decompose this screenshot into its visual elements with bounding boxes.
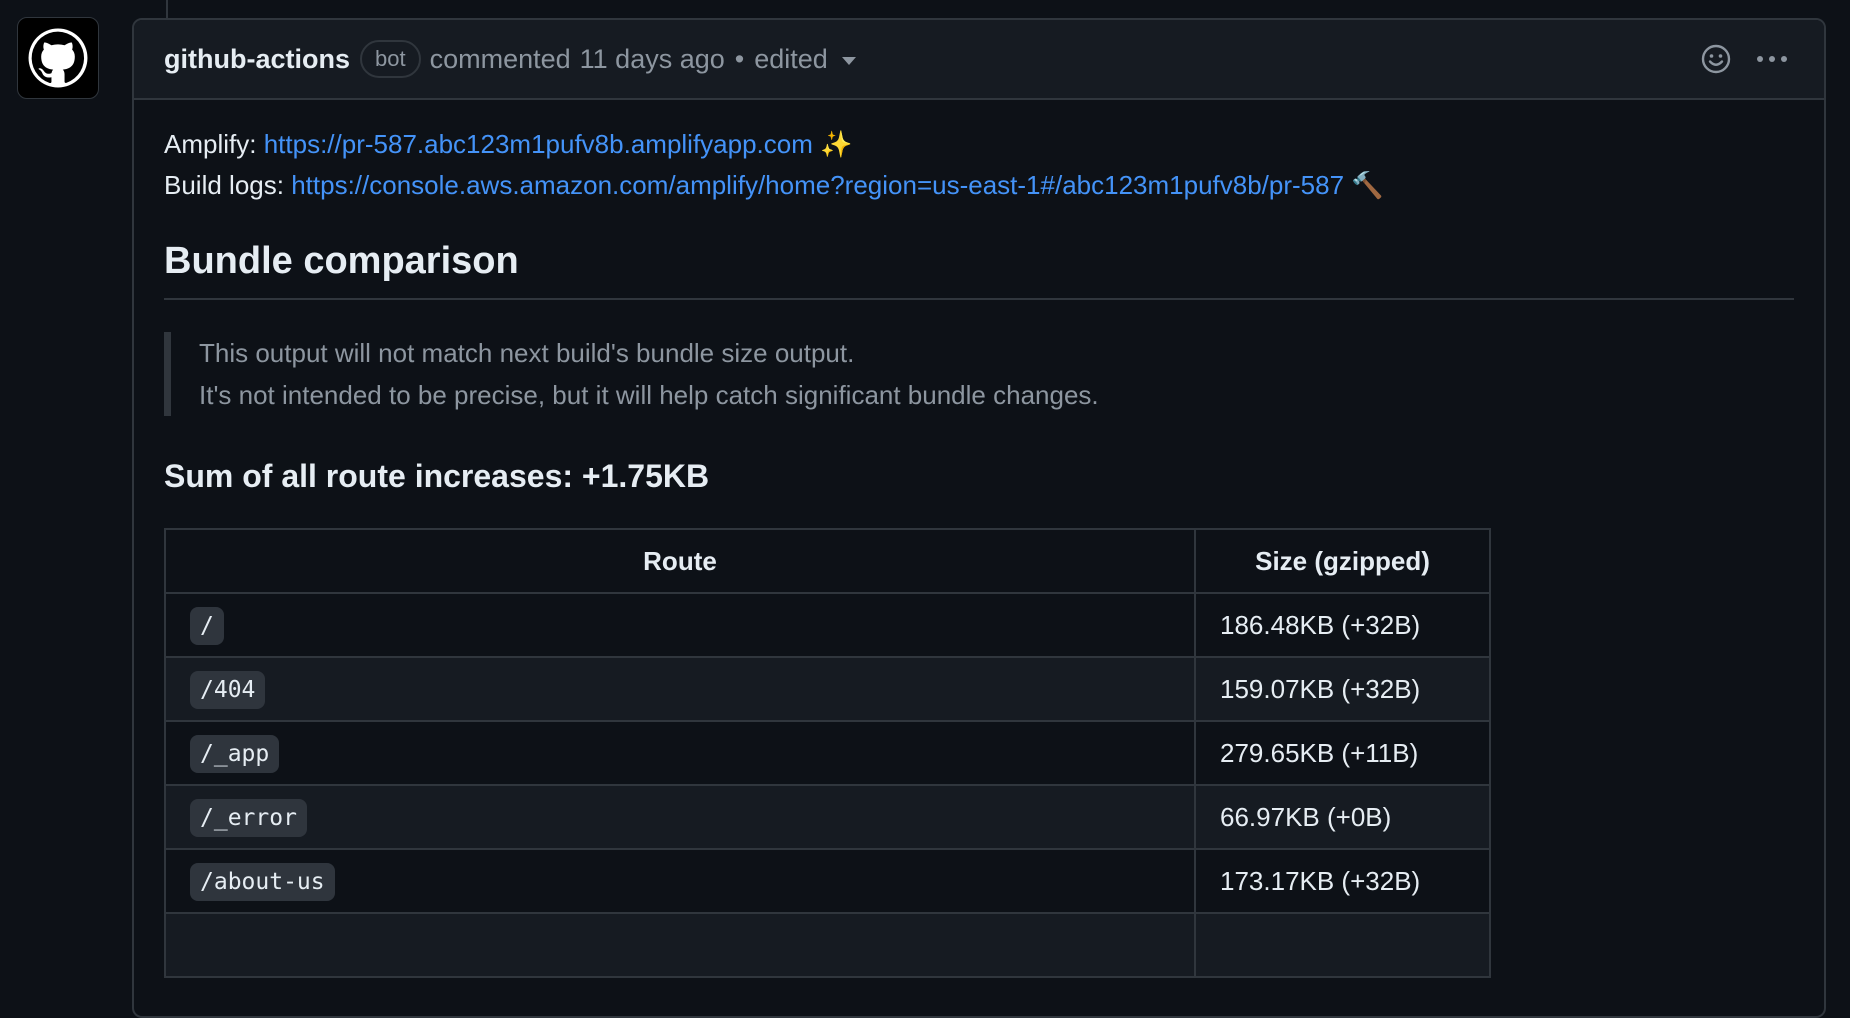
amplify-link[interactable]: https://pr-587.abc123m1pufv8b.amplifyapp… [264,129,813,159]
size-cell: 186.48KB (+32B) [1194,592,1491,658]
amplify-label: Amplify: [164,129,257,159]
route-code: /_error [190,798,307,837]
bundle-table: Route Size (gzipped) / 186.48KB (+32B) /… [164,528,1491,978]
amplify-line: Amplify: https://pr-587.abc123m1pufv8b.a… [164,124,1794,165]
smiley-icon[interactable] [1700,43,1732,75]
build-logs-label: Build logs: [164,170,284,200]
github-octocat-icon [28,28,88,88]
hammer-icon: 🔨 [1351,170,1384,200]
disclaimer-quote: This output will not match next build's … [164,332,1794,416]
comment-box: github-actions bot commented 11 days ago… [132,18,1826,1018]
size-cell [1194,912,1491,978]
route-cell: /_error [164,784,1196,850]
chevron-down-icon[interactable] [841,57,856,65]
bot-badge: bot [359,40,421,78]
table-row [164,912,1491,978]
route-cell: /about-us [164,848,1196,914]
comment-timestamp[interactable]: 11 days ago [580,44,725,75]
build-logs-line: Build logs: https://console.aws.amazon.c… [164,165,1794,206]
timeline-line [166,0,168,20]
quote-line: It's not intended to be precise, but it … [199,380,1099,410]
route-cell: / [164,592,1196,658]
column-header-size: Size (gzipped) [1194,528,1491,594]
route-cell: /_app [164,720,1196,786]
edited-label[interactable]: edited [754,44,828,75]
quote-line: This output will not match next build's … [199,338,855,368]
size-cell: 279.65KB (+11B) [1194,720,1491,786]
size-cell: 66.97KB (+0B) [1194,784,1491,850]
route-code: / [190,606,224,645]
separator-dot: • [734,43,745,74]
size-cell: 159.07KB (+32B) [1194,656,1491,722]
kebab-horizontal-icon[interactable] [1754,43,1790,75]
column-header-route: Route [164,528,1196,594]
comment-body: Amplify: https://pr-587.abc123m1pufv8b.a… [134,100,1824,978]
table-row: /_error 66.97KB (+0B) [164,784,1491,850]
sum-heading: Sum of all route increases: +1.75KB [164,458,710,494]
route-cell [164,912,1196,978]
table-row: /about-us 173.17KB (+32B) [164,848,1491,914]
bundle-comparison-heading: Bundle comparison [164,238,1794,300]
route-code: /404 [190,670,266,709]
route-cell: /404 [164,656,1196,722]
author-link[interactable]: github-actions [164,44,350,75]
table-row: /_app 279.65KB (+11B) [164,720,1491,786]
size-cell: 173.17KB (+32B) [1194,848,1491,914]
table-row: /404 159.07KB (+32B) [164,656,1491,722]
table-row: / 186.48KB (+32B) [164,592,1491,658]
route-code: /about-us [190,862,335,901]
comment-action: commented [429,43,571,74]
build-logs-link[interactable]: https://console.aws.amazon.com/amplify/h… [291,170,1344,200]
comment-header: github-actions bot commented 11 days ago… [134,20,1824,100]
sparkles-icon: ✨ [820,129,853,159]
comment-actions [1700,43,1790,75]
table-header-row: Route Size (gzipped) [164,528,1491,594]
avatar[interactable] [17,17,99,99]
route-code: /_app [190,734,280,773]
